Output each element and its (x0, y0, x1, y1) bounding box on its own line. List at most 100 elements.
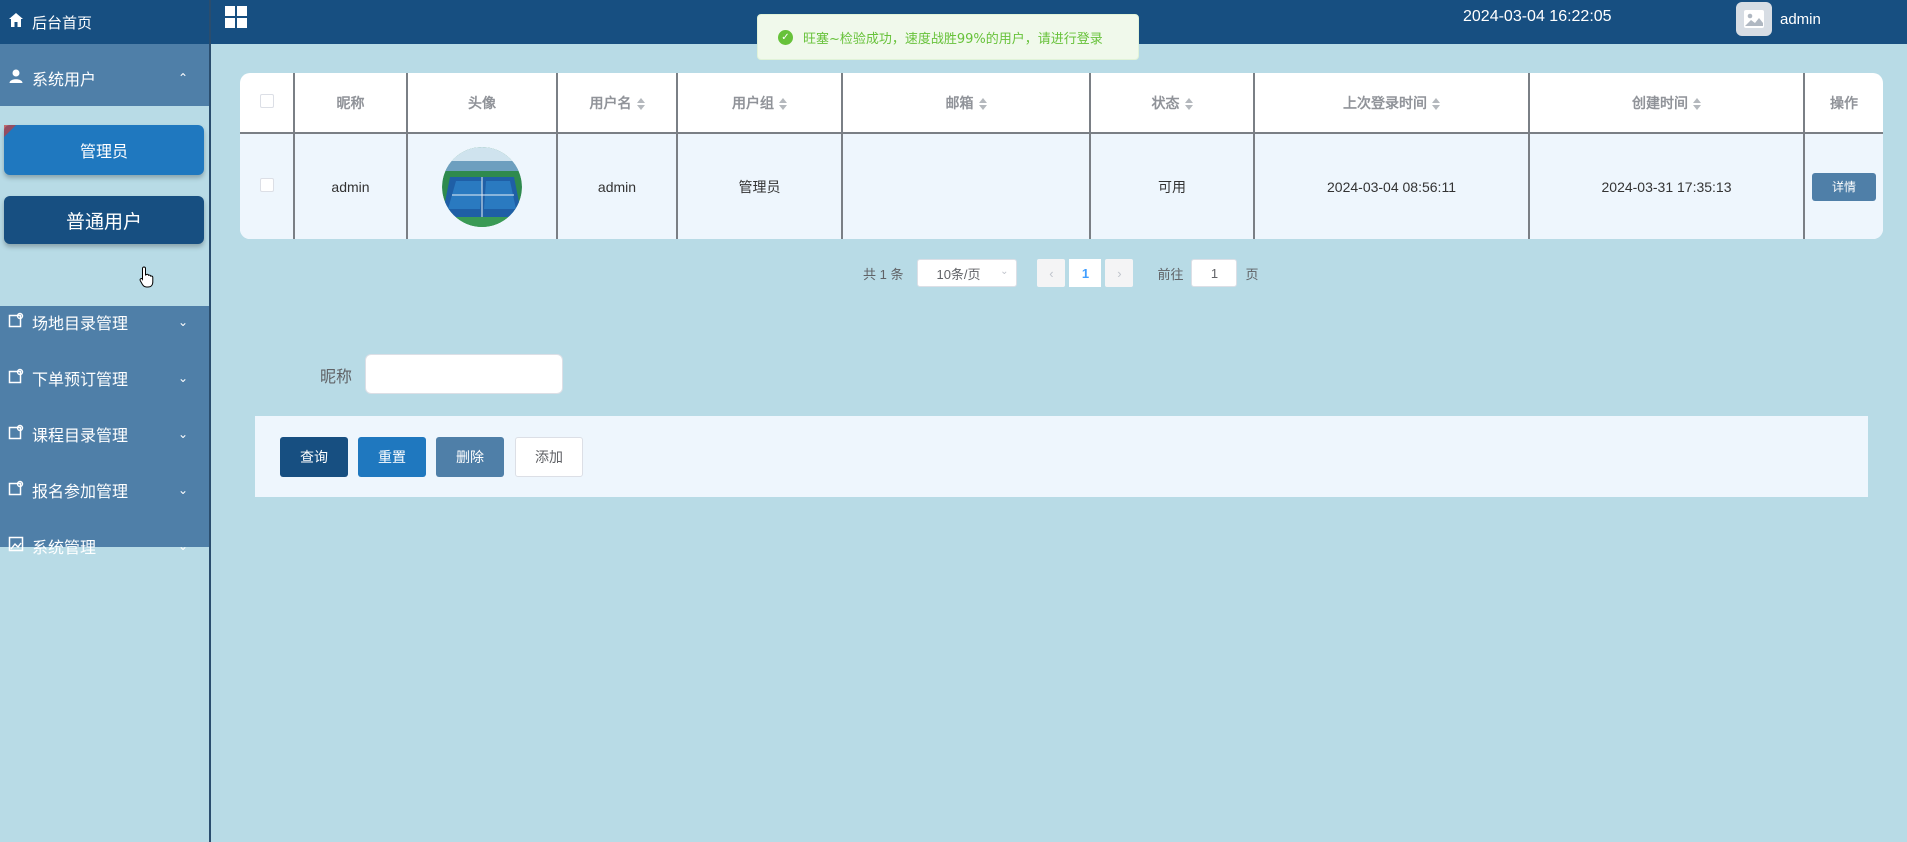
page-size-value: 10条/页 (936, 266, 981, 282)
submenu-label: 管理员 (79, 142, 128, 161)
delete-button[interactable]: 删除 (436, 437, 504, 477)
col-label: 状态 (1151, 94, 1180, 111)
folder-icon (8, 480, 24, 500)
page-unit-label: 页 (1245, 266, 1259, 282)
chevron-left-icon: ‹ (1049, 265, 1054, 281)
page-number[interactable]: 1 (1069, 259, 1102, 287)
menu-label: 课程目录管理 (32, 426, 129, 445)
col-created[interactable]: 创建时间 (1529, 73, 1805, 134)
submenu-item-normal-user[interactable]: 普通用户 (4, 196, 204, 244)
chevron-down-icon: ⌄ (177, 427, 188, 441)
home-icon (8, 12, 24, 32)
row-select-cell (240, 133, 295, 239)
col-actions: 操作 (1804, 73, 1883, 134)
menu-label: 报名参加管理 (32, 482, 129, 501)
hand-cursor-icon (139, 266, 154, 288)
goto-page-input[interactable] (1191, 259, 1238, 287)
cell-last-login: 2024-03-04 08:56:11 (1254, 133, 1530, 239)
tennis-court-avatar (442, 146, 522, 227)
select-all-checkbox[interactable] (259, 94, 274, 108)
cell-nickname: admin (294, 133, 408, 239)
menu-label: 下单预订管理 (32, 370, 129, 389)
chevron-down-icon: ⌄ (177, 539, 188, 553)
chevron-down-icon: ⌄ (177, 483, 188, 497)
chevron-down-icon: ⌄ (1000, 266, 1009, 277)
menu-system-management[interactable]: 系统管理 ⌄ (0, 518, 210, 574)
query-button[interactable]: 查询 (280, 437, 348, 477)
pagination: 共 1 条 10条/页 ⌄ ‹ 1 › 前往 页 (863, 259, 1259, 287)
toast-message: 旺塞~检验成功，速度战胜99%的用户，请进行登录 (803, 31, 1103, 47)
username[interactable]: admin (1780, 11, 1821, 28)
submenu-item-admin[interactable]: 管理员 (4, 125, 204, 175)
image-placeholder-icon (1744, 10, 1764, 28)
col-label: 用户组 (732, 94, 774, 111)
chevron-right-icon: › (1117, 265, 1122, 281)
corner-marker (4, 125, 16, 137)
menu-grid-icon[interactable] (225, 6, 247, 28)
col-group[interactable]: 用户组 (677, 73, 843, 134)
user-avatar[interactable] (1736, 2, 1772, 36)
user-table: 昵称 头像 用户名 用户组 邮箱 状态 上次登录时间 创建时间 操作 admin (240, 73, 1883, 239)
row-checkbox[interactable] (259, 178, 274, 192)
table-header-row: 昵称 头像 用户名 用户组 邮箱 状态 上次登录时间 创建时间 操作 (240, 73, 1883, 134)
col-last-login[interactable]: 上次登录时间 (1254, 73, 1530, 134)
cell-status: 可用 (1090, 133, 1255, 239)
col-nickname: 昵称 (294, 73, 408, 134)
next-page-button[interactable]: › (1105, 259, 1134, 287)
home-label: 后台首页 (32, 13, 93, 32)
col-email[interactable]: 邮箱 (842, 73, 1091, 134)
cell-username: admin (557, 133, 678, 239)
cell-actions: 详情 (1804, 133, 1883, 239)
image-icon (8, 536, 24, 556)
sort-icon[interactable] (1432, 97, 1440, 110)
menu-label: 系统用户 (32, 70, 97, 89)
success-toast: ✓ 旺塞~检验成功，速度战胜99%的用户，请进行登录 (757, 14, 1139, 60)
chevron-up-icon: ⌃ (177, 71, 188, 85)
sort-icon[interactable] (1184, 97, 1193, 110)
home-link[interactable]: 后台首页 (0, 0, 210, 44)
detail-button[interactable]: 详情 (1812, 172, 1876, 201)
col-status[interactable]: 状态 (1090, 73, 1255, 134)
action-bar: 查询 重置 删除 添加 (255, 416, 1868, 497)
col-label: 上次登录时间 (1343, 94, 1427, 111)
sort-icon[interactable] (978, 97, 987, 110)
select-all-cell (240, 73, 295, 134)
cell-group: 管理员 (677, 133, 843, 239)
page-size-select[interactable]: 10条/页 ⌄ (917, 259, 1018, 287)
col-username[interactable]: 用户名 (557, 73, 678, 134)
sort-icon[interactable] (779, 97, 787, 110)
col-label: 用户名 (589, 94, 632, 111)
col-avatar: 头像 (407, 73, 558, 134)
user-icon (8, 68, 24, 88)
folder-icon (8, 368, 24, 388)
cell-email (842, 133, 1091, 239)
folder-icon (8, 312, 24, 332)
sidebar: 系统用户 ⌃ 管理员 普通用户 场地目录管理 ⌄ 下单预订管理 ⌄ 课程目录管理… (0, 44, 210, 557)
menu-label: 系统管理 (32, 538, 97, 557)
pagination-total: 共 1 条 (863, 266, 904, 282)
sort-icon[interactable] (636, 97, 645, 110)
add-button[interactable]: 添加 (515, 437, 583, 477)
menu-booking[interactable]: 下单预订管理 ⌄ (0, 350, 210, 406)
nickname-search-input[interactable] (365, 354, 563, 394)
cell-created: 2024-03-31 17:35:13 (1529, 133, 1805, 239)
prev-page-button[interactable]: ‹ (1037, 259, 1066, 287)
chevron-down-icon: ⌄ (177, 315, 188, 329)
menu-label: 场地目录管理 (32, 314, 129, 333)
col-label: 创建时间 (1632, 94, 1688, 111)
menu-venue-catalog[interactable]: 场地目录管理 ⌄ (0, 294, 210, 350)
goto-label: 前往 (1157, 266, 1184, 282)
check-circle-icon: ✓ (778, 29, 793, 45)
sidebar-divider (209, 0, 211, 842)
folder-icon (8, 424, 24, 444)
datetime: 2024-03-04 16:22:05 (1463, 8, 1612, 25)
menu-system-users[interactable]: 系统用户 ⌃ (0, 50, 210, 106)
cell-avatar (407, 133, 558, 239)
submenu-label: 普通用户 (65, 210, 142, 233)
nickname-search-label: 昵称 (320, 367, 353, 386)
table-row: admin admin 管理员 可用 2024-03-04 08:56:11 2… (240, 133, 1883, 239)
sort-icon[interactable] (1693, 97, 1701, 110)
menu-enrollment[interactable]: 报名参加管理 ⌄ (0, 462, 210, 518)
menu-course-catalog[interactable]: 课程目录管理 ⌄ (0, 406, 210, 462)
reset-button[interactable]: 重置 (358, 437, 426, 477)
